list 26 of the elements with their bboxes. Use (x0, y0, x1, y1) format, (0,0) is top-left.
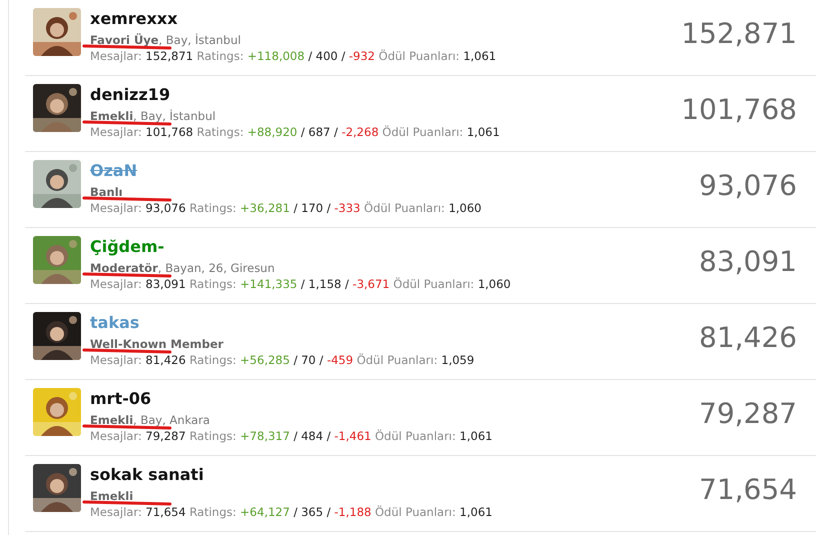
member-stats: Mesajlar: 83,091 Ratings: +141,335 / 1,158 / -3,671 Ödül Puanları: 1,060 (90, 276, 511, 292)
member-stats: Mesajlar: 93,076 Ratings: +36,281 / 170 / -333 Ödül Puanları: 1,060 (90, 200, 482, 216)
member-stats: Mesajlar: 101,768 Ratings: +88,920 / 687 / -2,268 Ödül Puanları: 1,061 (90, 124, 500, 140)
member-name[interactable]: mrt-06 (90, 388, 152, 410)
post-count: 93,076 (699, 172, 797, 200)
member-stats: Mesajlar: 81,426 Ratings: +56,285 / 70 / -459 Ödül Puanları: 1,059 (90, 352, 474, 368)
member-info: Emekli, Bay, İstanbul (90, 109, 216, 123)
member-stats: Mesajlar: 152,871 Ratings: +118,008 / 400 / -932 Ödül Puanları: 1,061 (90, 48, 496, 64)
post-count: 79,287 (699, 400, 797, 428)
member-name[interactable]: sokak sanati (90, 464, 204, 486)
member-info: Moderatör, Bayan, 26, Giresun (90, 261, 275, 275)
member-name[interactable]: xemrexxx (90, 8, 178, 30)
post-count: 81,426 (699, 324, 797, 352)
member-stats: Mesajlar: 71,654 Ratings: +64,127 / 365 / -1,188 Ödül Puanları: 1,061 (90, 504, 492, 520)
post-count: 83,091 (699, 248, 797, 276)
post-count: 152,871 (681, 20, 797, 48)
member-name[interactable]: Çiğdem- (90, 236, 164, 258)
post-count: 101,768 (681, 96, 797, 124)
post-count: 71,654 (699, 476, 797, 504)
member-stats: Mesajlar: 79,287 Ratings: +78,317 / 484 / -1,461 Ödül Puanları: 1,061 (90, 428, 492, 444)
member-info: Emekli, Bay, Ankara (90, 413, 210, 427)
member-name[interactable]: denizz19 (90, 84, 170, 106)
member-info: Well-Known Member (90, 337, 224, 351)
member-info: Banlı (90, 185, 123, 199)
member-info: Favori Üye, Bay, İstanbul (90, 33, 241, 47)
member-info: Emekli (90, 489, 134, 503)
